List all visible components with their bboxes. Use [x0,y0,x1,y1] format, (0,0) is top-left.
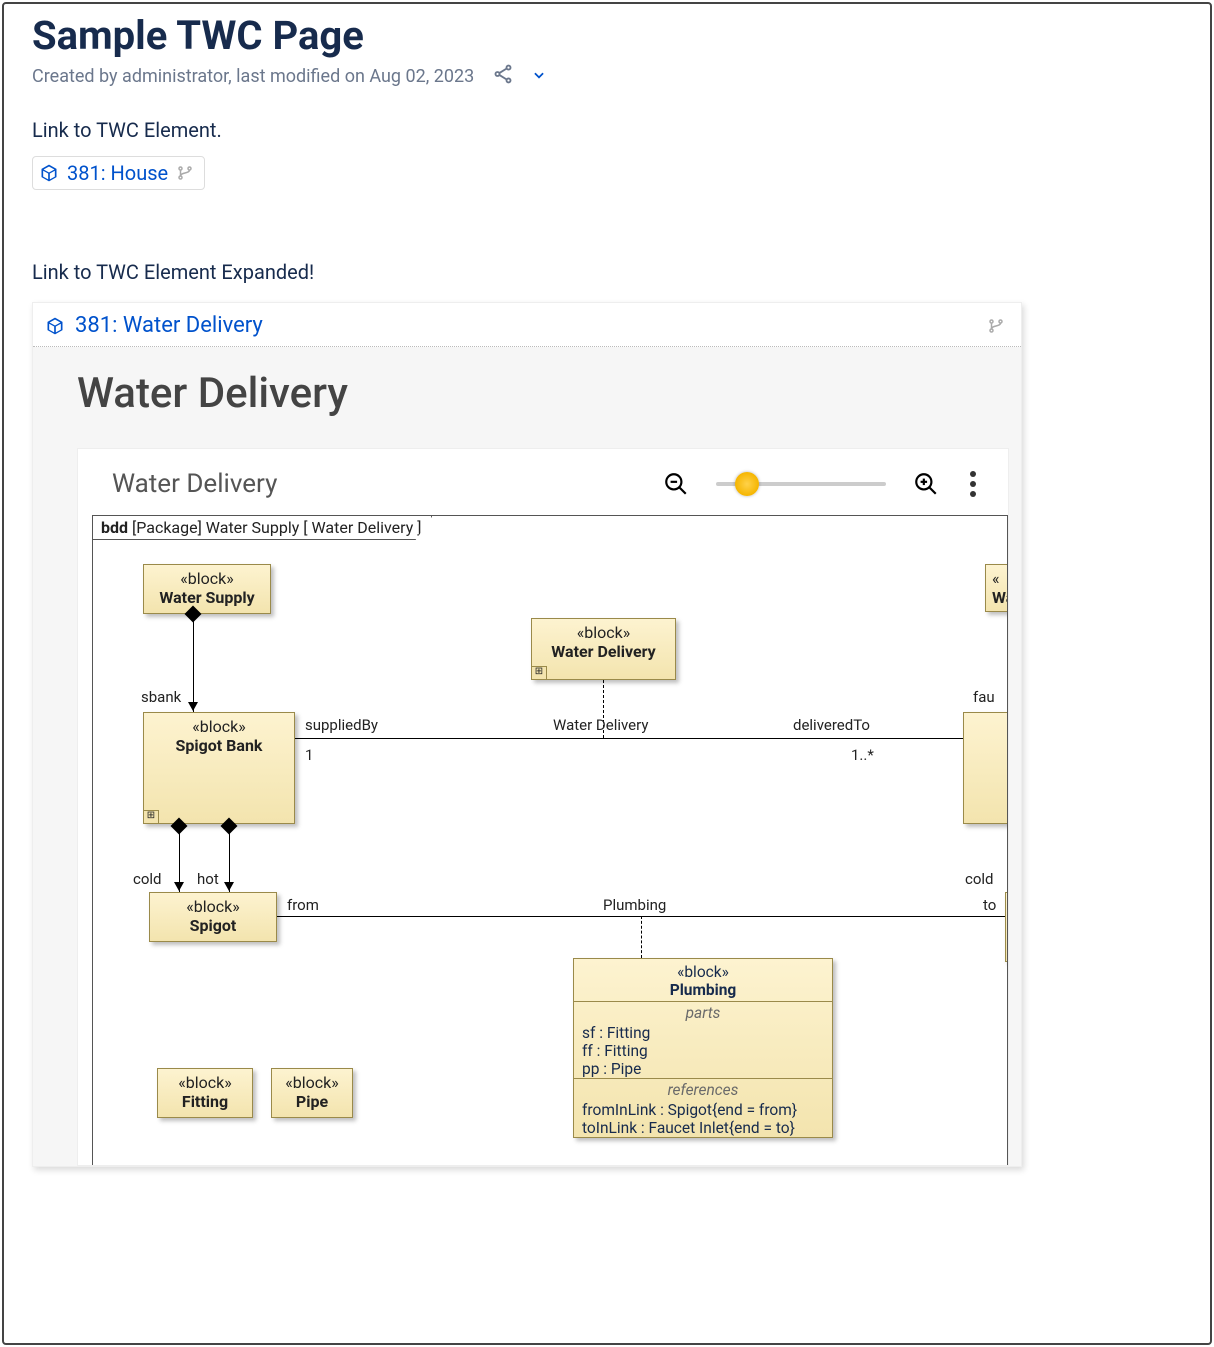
block-pipe[interactable]: «block» Pipe [271,1068,353,1118]
label-plumbing-assoc: Plumbing [603,896,666,914]
connector-dashed [641,916,642,958]
branch-icon[interactable] [987,317,1005,335]
label-suppliedby: suppliedBy [305,716,378,734]
block-plumbing[interactable]: «block» Plumbing parts sf : Fitting ff :… [573,958,833,1138]
label-hot: hot [197,870,219,888]
block-fitting[interactable]: «block» Fitting [157,1068,253,1118]
more-menu-button[interactable] [966,467,980,501]
block-spigot-bank[interactable]: «block» Spigot Bank ⊞ [143,712,295,824]
share-icon[interactable] [492,63,514,90]
branch-icon [176,164,194,182]
diagram-toolbar-title: Water Delivery [112,469,277,499]
arrow-down-icon [174,882,184,891]
diagram-card: Water Delivery bdd [Package] [77,448,1009,1166]
zoom-slider-thumb[interactable] [735,472,759,496]
expanded-panel: 381: Water Delivery Water Delivery Water… [32,302,1022,1167]
water-delivery-heading: Water Delivery [77,369,1021,418]
label-from: from [287,896,319,914]
page-title: Sample TWC Page [32,12,1182,59]
diagram-toolbar: Water Delivery [78,449,1008,515]
diagram-frame-tab: bdd [Package] Water Supply [ Water Deliv… [93,516,432,540]
zoom-slider[interactable] [716,482,886,486]
label-cold-left: cold [133,870,162,888]
composite-icon: ⊞ [143,810,159,824]
label-sbank: sbank [141,688,181,706]
arrow-down-icon [188,702,198,711]
block-right-cut-2[interactable] [1005,892,1008,962]
expanded-header: 381: Water Delivery [33,303,1021,347]
page-meta-row: Created by administrator, last modified … [32,63,1182,90]
twc-link-label: 381: House [67,161,168,185]
label-assoc-center: Water Delivery [553,716,648,734]
twc-link-house[interactable]: 381: House [32,156,205,190]
expanded-header-link[interactable]: 381: Water Delivery [75,313,263,338]
label-one-star: 1..* [851,746,874,764]
block-wat-cut[interactable]: « Wat [985,564,1008,612]
cube-icon [39,163,59,183]
chevron-down-icon[interactable] [532,68,546,86]
arrow-down-icon [224,882,234,891]
connector [295,738,963,739]
label-fau: fau [973,688,995,706]
block-water-delivery[interactable]: «block» Water Delivery ⊞ [531,618,676,680]
block-water-supply[interactable]: «block» Water Supply [143,564,271,614]
block-right-cut[interactable] [963,712,1008,824]
zoom-in-button[interactable] [912,470,940,498]
label-one: 1 [305,746,313,764]
diagram-canvas[interactable]: bdd [Package] Water Supply [ Water Deliv… [92,515,1008,1165]
composite-icon: ⊞ [531,666,547,680]
section1-text: Link to TWC Element. [32,118,1182,142]
cube-icon [45,316,65,336]
section2-text: Link to TWC Element Expanded! [32,260,1182,284]
label-deliveredto: deliveredTo [793,716,870,734]
block-spigot[interactable]: «block» Spigot [149,892,277,942]
page-meta-text: Created by administrator, last modified … [32,66,474,87]
label-cold-right: cold [965,870,994,888]
label-to: to [983,896,996,914]
connector [193,620,194,712]
zoom-out-button[interactable] [662,470,690,498]
